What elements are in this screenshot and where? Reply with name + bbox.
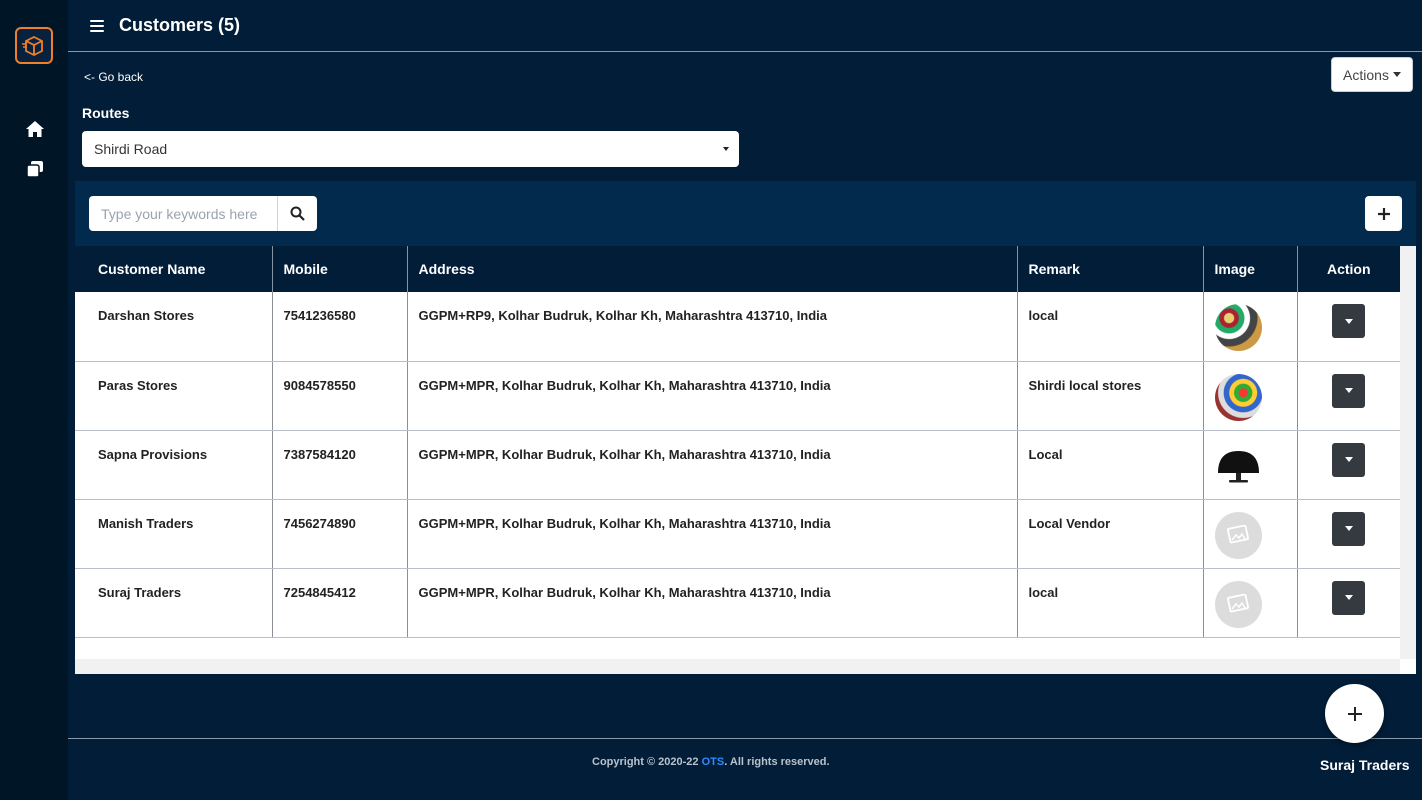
table-row: Sapna Provisions 7387584120 GGPM+MPR, Ko…	[75, 430, 1400, 500]
add-customer-button[interactable]	[1365, 196, 1402, 231]
go-back-link[interactable]: <- Go back	[84, 70, 143, 84]
remark-cell: local	[1017, 568, 1204, 638]
action-cell	[1297, 292, 1400, 362]
action-cell	[1297, 361, 1400, 431]
action-cell	[1297, 430, 1400, 500]
routes-label: Routes	[82, 105, 130, 121]
plus-icon	[1347, 706, 1362, 721]
table-row: Darshan Stores 7541236580 GGPM+RP9, Kolh…	[75, 292, 1400, 362]
caret-down-icon	[723, 147, 729, 151]
table-row: Manish Traders 7456274890 GGPM+MPR, Kolh…	[75, 499, 1400, 569]
caret-down-icon	[1392, 72, 1401, 77]
remark-cell: local	[1017, 292, 1204, 362]
caret-down-icon	[1344, 318, 1353, 324]
action-cell	[1297, 568, 1400, 638]
image-cell	[1203, 292, 1298, 362]
app-logo[interactable]	[15, 27, 53, 64]
caret-down-icon	[1344, 595, 1353, 600]
customers-panel: Customer Name Mobile Address Remark Imag…	[75, 181, 1416, 674]
sidebar	[0, 0, 68, 800]
copy-icon[interactable]	[24, 158, 46, 180]
image-placeholder-icon	[1227, 594, 1249, 613]
image-cell	[1203, 430, 1298, 500]
column-header-customer-name[interactable]: Customer Name	[75, 246, 273, 292]
mobile-cell: 7541236580	[272, 292, 408, 362]
remark-cell: Local	[1017, 430, 1204, 500]
row-action-dropdown-button[interactable]	[1332, 580, 1366, 615]
mobile-cell: 9084578550	[272, 361, 408, 431]
address-cell: GGPM+RP9, Kolhar Budruk, Kolhar Kh, Maha…	[407, 292, 1018, 362]
search-button[interactable]	[277, 196, 317, 231]
copyright-suffix: . All rights reserved.	[724, 756, 830, 768]
horizontal-scrollbar[interactable]	[75, 659, 1400, 674]
copyright-prefix: Copyright © 2020-22	[592, 756, 702, 768]
image-placeholder-icon	[1227, 525, 1249, 544]
routes-selected-value: Shirdi Road	[94, 141, 168, 157]
row-action-dropdown-button[interactable]	[1332, 442, 1366, 477]
home-icon[interactable]	[24, 118, 46, 140]
caret-down-icon	[1344, 388, 1353, 393]
address-cell: GGPM+MPR, Kolhar Budruk, Kolhar Kh, Maha…	[407, 568, 1018, 638]
search-bar	[89, 196, 317, 231]
customer-avatar[interactable]	[1214, 304, 1262, 351]
customer-avatar[interactable]	[1214, 580, 1262, 628]
footer-divider	[68, 738, 1422, 739]
action-cell	[1297, 499, 1400, 569]
customer-avatar[interactable]	[1214, 511, 1262, 559]
address-cell: GGPM+MPR, Kolhar Budruk, Kolhar Kh, Maha…	[407, 499, 1018, 569]
actions-label: Actions	[1343, 66, 1389, 83]
column-header-action[interactable]: Action	[1297, 246, 1400, 292]
address-cell: GGPM+MPR, Kolhar Budruk, Kolhar Kh, Maha…	[407, 361, 1018, 431]
row-action-dropdown-button[interactable]	[1332, 373, 1366, 408]
vertical-scrollbar[interactable]	[1400, 246, 1416, 659]
image-cell	[1203, 499, 1298, 569]
column-header-mobile[interactable]: Mobile	[272, 246, 408, 292]
customers-table-container: Customer Name Mobile Address Remark Imag…	[75, 246, 1416, 674]
customer-name-cell: Darshan Stores	[75, 292, 273, 362]
menu-icon[interactable]	[90, 19, 104, 32]
customers-table: Customer Name Mobile Address Remark Imag…	[75, 246, 1400, 638]
copyright-text: Copyright © 2020-22 OTS. All rights rese…	[592, 756, 830, 768]
remark-cell: Shirdi local stores	[1017, 361, 1204, 431]
floating-add-button[interactable]	[1325, 684, 1384, 743]
address-cell: GGPM+MPR, Kolhar Budruk, Kolhar Kh, Maha…	[407, 430, 1018, 500]
monitor-image	[1217, 450, 1259, 482]
top-bar: Customers (5)	[68, 0, 1422, 52]
brand-link[interactable]: OTS	[702, 756, 725, 768]
actions-dropdown-button[interactable]: Actions	[1331, 57, 1413, 92]
customer-name-cell: Suraj Traders	[75, 568, 273, 638]
row-action-dropdown-button[interactable]	[1332, 511, 1366, 546]
mobile-cell: 7387584120	[272, 430, 408, 500]
caret-down-icon	[1344, 457, 1353, 462]
page-title: Customers (5)	[119, 15, 241, 35]
row-action-dropdown-button[interactable]	[1332, 304, 1366, 338]
column-header-remark[interactable]: Remark	[1017, 246, 1204, 292]
mobile-cell: 7456274890	[272, 499, 408, 569]
mobile-cell: 7254845412	[272, 568, 408, 638]
company-name: Suraj Traders	[1320, 757, 1410, 773]
image-cell	[1203, 568, 1298, 638]
image-cell	[1203, 361, 1298, 431]
search-icon	[290, 206, 305, 221]
customer-avatar[interactable]	[1214, 373, 1262, 421]
routes-select[interactable]: Shirdi Road	[82, 131, 739, 167]
customer-name-cell: Manish Traders	[75, 499, 273, 569]
caret-down-icon	[1344, 526, 1353, 531]
remark-cell: Local Vendor	[1017, 499, 1204, 569]
customer-name-cell: Sapna Provisions	[75, 430, 273, 500]
search-input[interactable]	[89, 196, 277, 231]
customer-name-cell: Paras Stores	[75, 361, 273, 431]
table-header-row: Customer Name Mobile Address Remark Imag…	[75, 246, 1400, 292]
table-row: Suraj Traders 7254845412 GGPM+MPR, Kolha…	[75, 568, 1400, 638]
box-logo-icon	[22, 35, 43, 56]
column-header-address[interactable]: Address	[407, 246, 1018, 292]
column-header-image[interactable]: Image	[1203, 246, 1298, 292]
table-row: Paras Stores 9084578550 GGPM+MPR, Kolhar…	[75, 361, 1400, 431]
plus-icon	[1377, 207, 1390, 220]
customer-avatar[interactable]	[1214, 442, 1262, 490]
